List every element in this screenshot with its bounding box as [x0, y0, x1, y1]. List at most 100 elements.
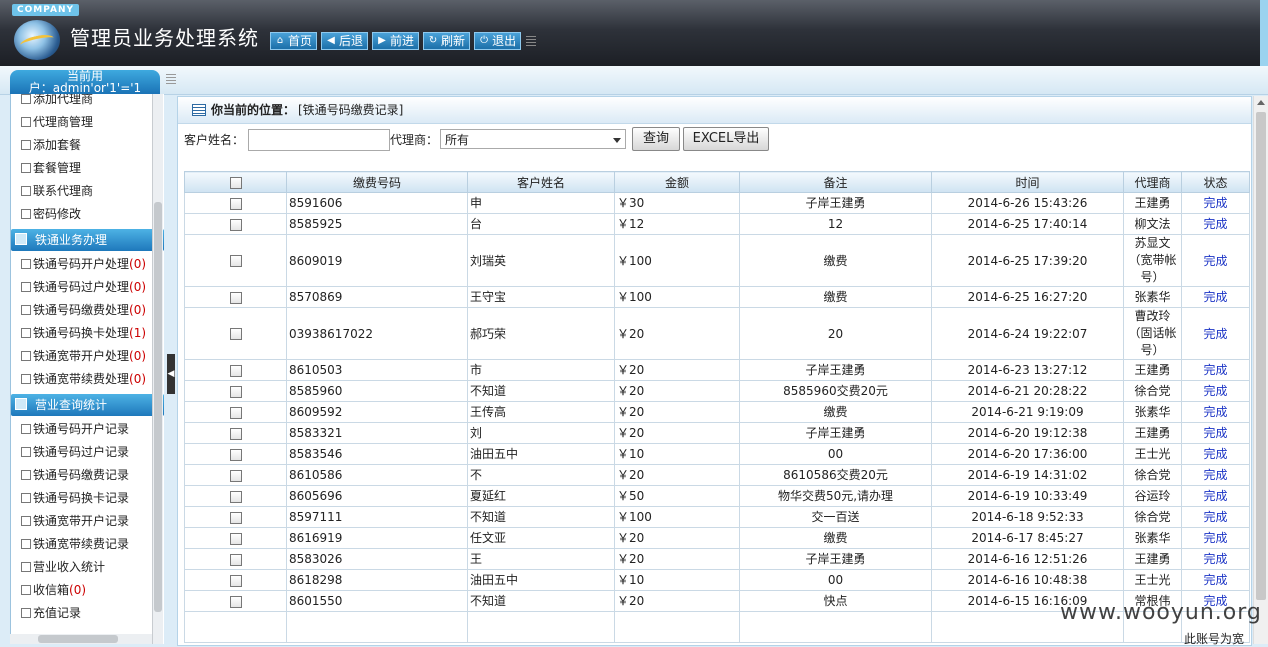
sidebar-item[interactable]: 铁通号码换卡处理(1) [11, 322, 164, 345]
sidebar-item[interactable]: 铁通宽带续费记录 [11, 533, 164, 556]
row-checkbox[interactable] [229, 218, 242, 231]
collapse-sidebar-button[interactable]: ◀ [167, 354, 175, 394]
row-checkbox[interactable] [229, 427, 242, 440]
empty-cell [467, 611, 615, 643]
sidebar-scrollbar[interactable] [152, 94, 163, 644]
status-link[interactable]: 完成 [1181, 213, 1250, 235]
row-select-cell [184, 590, 287, 612]
row-checkbox[interactable] [229, 490, 242, 503]
sidebar-item[interactable]: 铁通宽带开户处理(0) [11, 345, 164, 368]
row-checkbox[interactable] [229, 406, 242, 419]
section-icon [15, 398, 27, 410]
sidebar-item[interactable]: 铁通宽带开户记录 [11, 510, 164, 533]
customer-name-input[interactable] [248, 129, 390, 151]
query-button[interactable]: 查询 [632, 127, 680, 151]
nav-button-back-arrow[interactable]: ◀ 后退 [321, 32, 369, 50]
sidebar-item-label: 铁通宽带续费记录 [33, 537, 130, 551]
sidebar-scroll-thumb[interactable] [154, 202, 162, 612]
header-edge [1260, 0, 1268, 66]
status-link[interactable]: 完成 [1181, 569, 1250, 591]
row-checkbox[interactable] [229, 328, 242, 340]
nav-button-power[interactable]: ⏻ 退出 [474, 32, 522, 50]
sidebar-item[interactable]: 密码修改 [11, 203, 164, 226]
row-select-cell [184, 527, 287, 549]
sidebar-item[interactable]: 铁通号码开户记录 [11, 418, 164, 441]
cell-number: 8583026 [286, 548, 468, 570]
list-bullet-icon [21, 539, 31, 549]
cell-name: 不知道 [467, 380, 615, 402]
status-link[interactable]: 完成 [1181, 506, 1250, 528]
sidebar-item[interactable]: 铁通宽带续费处理(0) [11, 368, 164, 391]
agent-select[interactable]: 所有 [440, 129, 626, 149]
sidebar-item[interactable]: 收信箱(0) [11, 579, 164, 602]
cell-name: 不 [467, 464, 615, 486]
sidebar-item[interactable]: 铁通号码过户记录 [11, 441, 164, 464]
row-checkbox[interactable] [229, 574, 242, 587]
page-scrollbar[interactable] [1253, 96, 1268, 644]
status-link[interactable]: 完成 [1181, 527, 1250, 549]
row-checkbox[interactable] [229, 532, 242, 545]
sidebar-item[interactable]: 联系代理商 [11, 180, 164, 203]
status-link[interactable]: 完成 [1181, 485, 1250, 507]
status-link[interactable]: 完成 [1181, 359, 1250, 381]
list-bullet-icon [21, 186, 31, 196]
row-checkbox[interactable] [229, 197, 242, 210]
excel-export-button[interactable]: EXCEL导出 [683, 127, 769, 151]
list-bullet-icon [21, 140, 31, 150]
status-link[interactable]: 完成 [1181, 464, 1250, 486]
cell-amount: ￥12 [614, 213, 740, 235]
row-checkbox[interactable] [229, 595, 242, 608]
status-link[interactable]: 完成 [1181, 422, 1250, 444]
sidebar-item[interactable]: 代理商管理 [11, 111, 164, 134]
cell-number: 8616919 [286, 527, 468, 549]
nav-button-home[interactable]: ⌂ 首页 [270, 32, 318, 50]
page-scroll-thumb[interactable] [1256, 112, 1266, 600]
sidebar-hscroll-thumb[interactable] [38, 635, 118, 643]
status-link[interactable]: 完成 [1181, 192, 1250, 214]
sidebar-item[interactable]: 套餐管理 [11, 157, 164, 180]
status-link[interactable]: 完成 [1181, 443, 1250, 465]
status-link[interactable]: 完成 [1181, 380, 1250, 402]
row-select-cell [184, 548, 287, 570]
select-all-checkbox[interactable] [229, 176, 242, 189]
cell-name: 不知道 [467, 590, 615, 612]
row-checkbox[interactable] [229, 511, 242, 524]
cell-name: 刘 [467, 422, 615, 444]
status-link[interactable]: 完成 [1181, 401, 1250, 423]
row-checkbox[interactable] [229, 553, 242, 566]
status-link[interactable]: 完成 [1181, 307, 1250, 360]
sidebar-section-header[interactable]: 营业查询统计 [11, 394, 164, 416]
nav-button-forward-arrow[interactable]: ▶ 前进 [372, 32, 420, 50]
table-header-row: 缴费号码 客户姓名 金额 备注 时间 代理商 状态 [184, 171, 1250, 193]
status-link[interactable]: 完成 [1181, 548, 1250, 570]
sidebar-hscrollbar[interactable] [10, 634, 152, 644]
sidebar-item[interactable]: 铁通号码缴费处理(0) [11, 299, 164, 322]
sidebar-item[interactable]: 营业收入统计 [11, 556, 164, 579]
status-link[interactable]: 完成 [1181, 286, 1250, 308]
sidebar-section-header[interactable]: 铁通业务办理 [11, 229, 164, 251]
row-checkbox[interactable] [229, 291, 242, 304]
sidebar-item[interactable]: 铁通号码过户处理(0) [11, 276, 164, 299]
row-checkbox[interactable] [229, 255, 242, 267]
row-select-cell [184, 192, 287, 214]
sidebar-item[interactable]: 添加代理商 [11, 94, 164, 111]
sidebar-item[interactable]: 铁通号码开户处理(0) [11, 253, 164, 276]
row-checkbox[interactable] [229, 469, 242, 482]
sidebar-item[interactable]: 铁通号码缴费记录 [11, 464, 164, 487]
row-checkbox[interactable] [229, 385, 242, 398]
sidebar-item[interactable]: 铁通号码换卡记录 [11, 487, 164, 510]
status-link[interactable]: 完成 [1181, 234, 1250, 287]
sidebar-item[interactable]: 添加套餐 [11, 134, 164, 157]
row-checkbox[interactable] [229, 448, 242, 461]
list-bullet-icon [21, 282, 31, 292]
row-select-cell [184, 506, 287, 528]
sidebar-item-label: 铁通号码缴费处理 [33, 303, 130, 317]
row-checkbox[interactable] [229, 364, 242, 377]
cell-number: 8570869 [286, 286, 468, 308]
cell-number: 8583546 [286, 443, 468, 465]
sidebar-item[interactable]: 充值记录 [11, 602, 164, 625]
nav-button-refresh[interactable]: ↻ 刷新 [423, 32, 471, 50]
scroll-up-icon[interactable] [1257, 100, 1265, 105]
list-bullet-icon [21, 447, 31, 457]
cell-amount: ￥10 [614, 569, 740, 591]
